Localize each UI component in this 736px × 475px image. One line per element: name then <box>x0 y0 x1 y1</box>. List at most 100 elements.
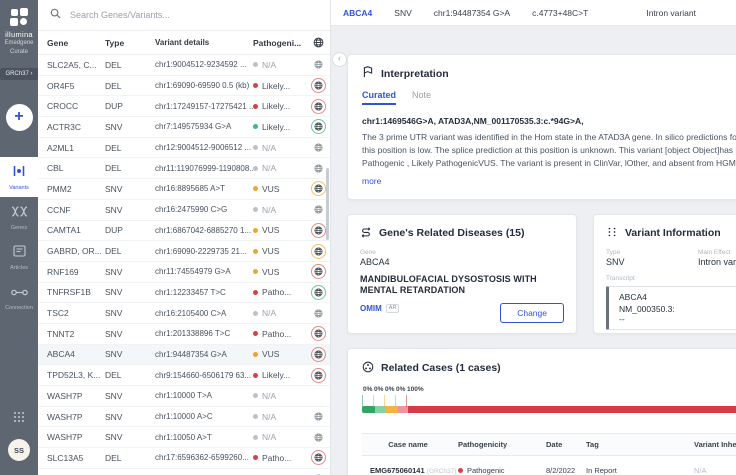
globe-icon[interactable] <box>311 285 326 300</box>
tab-note[interactable]: Note <box>412 90 431 105</box>
globe-cell <box>307 119 330 134</box>
table-row[interactable]: TSC2SNVchr16:2105400 C>AN/A <box>38 303 330 324</box>
table-scrollbar[interactable] <box>326 168 329 240</box>
col-globe-icon[interactable] <box>307 37 330 48</box>
table-row[interactable]: TNFRSF1BSNVchr1:12233457 T>CPatho... <box>38 283 330 304</box>
cases-table-header: Case name Pathogenicity Date Tag Variant… <box>362 433 736 456</box>
col-case-tag[interactable]: Tag <box>582 440 690 449</box>
table-row[interactable]: TNNT2SNVchr1:201338896 T>CPatho... <box>38 324 330 345</box>
main-effect-label: Main Effect <box>698 249 736 256</box>
globe-icon[interactable] <box>311 244 326 259</box>
change-button[interactable]: Change <box>500 303 564 323</box>
more-link[interactable]: more <box>362 176 381 186</box>
search-input[interactable] <box>68 9 302 21</box>
transcript-gene: ABCA4 <box>619 292 736 302</box>
gene-cell: CBL <box>38 163 105 173</box>
table-row[interactable]: RNF169SNVchr11:74554979 G>AVUS <box>38 262 330 283</box>
case-row[interactable]: EMG675060141 (GRCh37)Pathogenic8/2/2022I… <box>362 456 736 475</box>
table-row[interactable]: OR4F5DELchr1:69090-69590 0.5 (kb)Likely.… <box>38 76 330 97</box>
variant-details-cell: chr7:149575934 G>A <box>155 122 253 131</box>
globe-icon[interactable] <box>311 430 326 445</box>
sidebar-item-variants[interactable]: Variants <box>0 157 38 197</box>
sidebar-item-connection[interactable]: Connection <box>0 277 38 317</box>
table-row[interactable]: ACTR3CSNVchr7:149575934 G>ALikely... <box>38 117 330 138</box>
globe-icon[interactable] <box>311 326 326 341</box>
globe-icon[interactable] <box>311 161 326 176</box>
table-row[interactable]: WASH7PSNVchr1:10050 A>TN/A <box>38 427 330 448</box>
col-variant-inheritance[interactable]: Variant Inheritance <box>690 440 736 449</box>
table-row[interactable]: WASH7PSNVchr1:10000 T>AN/A <box>38 386 330 407</box>
globe-icon[interactable] <box>311 347 326 362</box>
table-row[interactable]: PMM2SNVchr16:8895685 A>TVUS <box>38 179 330 200</box>
table-row[interactable]: A2ML1DELchr12:9004512-9006512 ...N/A <box>38 138 330 159</box>
table-row[interactable]: GABRD, OR...DELchr1:69090-2229735 21...V… <box>38 241 330 262</box>
add-button[interactable]: + <box>6 104 33 131</box>
table-row[interactable]: CROCCDUPchr1:17249157-17275421 ...Likely… <box>38 96 330 117</box>
sidebar-item-genes[interactable]: Genes <box>0 197 38 237</box>
case-name[interactable]: EMG675060141 (GRCh37) <box>362 466 454 475</box>
globe-cell <box>307 347 330 362</box>
link-nodes-icon <box>11 284 28 302</box>
col-case-name[interactable]: Case name <box>362 440 454 449</box>
pathogenicity-cell: VUS <box>253 246 307 256</box>
globe-icon[interactable] <box>311 119 326 134</box>
pathogenicity-cell: Likely... <box>253 81 307 91</box>
inheritance-badge: AR <box>386 304 400 313</box>
globe-icon[interactable] <box>311 140 326 155</box>
globe-icon[interactable] <box>311 181 326 196</box>
genome-build-selector[interactable]: GRCh37 › <box>0 68 37 80</box>
dna-icon <box>11 204 28 222</box>
table-row[interactable]: WASH7PSNVchr1:10000 A>CN/A <box>38 407 330 428</box>
omim-link[interactable]: OMIM <box>360 304 382 313</box>
variant-details-cell: chr1:9004512-9234592 ... <box>155 60 253 69</box>
globe-icon[interactable] <box>311 99 326 114</box>
col-gene[interactable]: Gene <box>38 38 105 48</box>
col-pathogenicity[interactable]: Pathogeni... <box>253 38 307 48</box>
table-row[interactable]: SLC2A5, C...DELchr1:9004512-9234592 ...N… <box>38 55 330 76</box>
tab-curated[interactable]: Curated <box>362 90 396 105</box>
variant-details-cell: chr1:10000 T>A <box>155 391 253 400</box>
globe-icon[interactable] <box>311 202 326 217</box>
table-row[interactable]: ABCA4SNVchr1:94487354 G>AVUS <box>38 345 330 366</box>
col-variant-details[interactable]: Variant details <box>155 38 253 47</box>
globe-icon[interactable] <box>311 471 326 475</box>
gene-cell: TPD52L3, K... <box>38 370 105 380</box>
table-row[interactable]: SLC13A5DELchr17:6596362-6599260...Patho.… <box>38 448 330 469</box>
globe-icon[interactable] <box>311 57 326 72</box>
table-row[interactable]: CAMTA1DUPchr1:6867042-6885270 1...VUS <box>38 221 330 242</box>
table-row[interactable]: TPD52L3, K...DELchr9:154660-6506179 63..… <box>38 365 330 386</box>
globe-icon[interactable] <box>311 264 326 279</box>
type-cell: SNV <box>105 329 155 339</box>
swap-lines-icon <box>360 226 372 241</box>
transcript-box[interactable]: ABCA4 NM_000350.3: c.4773+48C>T -- <box>606 286 736 330</box>
col-type[interactable]: Type <box>105 38 155 48</box>
col-case-pathogenicity[interactable]: Pathogenicity <box>454 440 542 449</box>
collapse-panel-button[interactable]: ‹ <box>332 52 347 67</box>
summary-gene-link[interactable]: ABCA4 <box>343 8 372 18</box>
bar-segment <box>408 406 736 413</box>
pathogenicity-cell: N/A <box>253 205 307 215</box>
globe-icon[interactable] <box>311 78 326 93</box>
app-window: illumina EmedgeneCurate GRCh37 › + Varia… <box>0 0 736 475</box>
col-case-date[interactable]: Date <box>542 440 582 449</box>
type-cell: SNV <box>105 184 155 194</box>
globe-icon[interactable] <box>311 450 326 465</box>
bar-ticks: 0%0%0%0%100% <box>362 386 736 406</box>
interpretation-variant-line: chr1:1469546G>A, ATAD3A,NM_001170535.3:c… <box>362 116 736 126</box>
variant-details-cell: chr16:8895685 A>T <box>155 184 253 193</box>
table-row[interactable]: CBLDELchr11:119076999-1190808...N/A <box>38 158 330 179</box>
user-avatar[interactable]: SS <box>8 439 30 461</box>
gene-cell: WASH7P <box>38 412 105 422</box>
globe-icon[interactable] <box>311 368 326 383</box>
gene-cell: CCNF <box>38 205 105 215</box>
globe-icon[interactable] <box>311 223 326 238</box>
globe-icon[interactable] <box>311 409 326 424</box>
globe-icon[interactable] <box>311 306 326 321</box>
table-row[interactable]: CCNFSNVchr16:2475990 C>GN/A <box>38 200 330 221</box>
table-row[interactable]: PMM2, CAR...DUPchr16:8891725-8941887 ...… <box>38 469 330 475</box>
case-inheritance: N/A <box>690 466 736 475</box>
globe-cell <box>307 78 330 93</box>
summary-type: SNV <box>394 8 411 18</box>
app-switcher-icon[interactable] <box>13 411 25 423</box>
sidebar-item-articles[interactable]: Articles <box>0 237 38 277</box>
